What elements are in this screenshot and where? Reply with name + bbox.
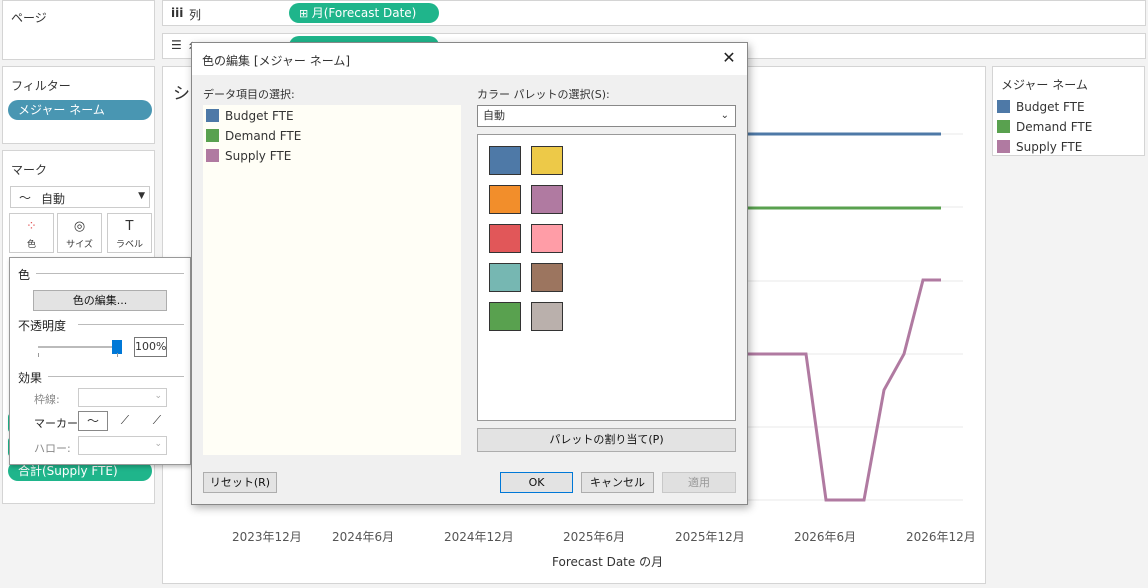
chevron-down-icon: ⌄ <box>154 391 162 401</box>
item-swatch <box>206 109 219 122</box>
data-items-list: Budget FTE Demand FTE Supply FTE <box>203 105 461 455</box>
divider <box>36 273 184 274</box>
columns-shelf-icon: iii <box>171 6 184 20</box>
cancel-button[interactable]: キャンセル <box>581 472 654 493</box>
marker-label: マーカー: <box>34 417 82 430</box>
x-tick-3: 2025年6月 <box>563 530 626 544</box>
x-tick-5: 2026年6月 <box>794 530 857 544</box>
dialog-titlebar: 色の編集 [メジャー ネーム] ✕ <box>192 43 747 75</box>
mark-type-select[interactable]: 〜 自動 ▼ <box>10 186 150 208</box>
filters-panel: フィルター メジャー ネーム <box>2 66 155 144</box>
close-icon[interactable]: ✕ <box>719 48 739 68</box>
color-section-title: 色 <box>18 268 31 282</box>
marker-none-button[interactable]: 〜 <box>78 411 108 431</box>
palette-swatch-6[interactable] <box>489 263 521 292</box>
palette-select[interactable]: 自動 ⌄ <box>477 105 736 127</box>
border-select[interactable]: ⌄ <box>78 388 167 407</box>
ok-button[interactable]: OK <box>500 472 573 493</box>
series-line-supply-fte <box>723 278 941 502</box>
palette-grid <box>477 134 736 421</box>
columns-pill[interactable]: ⊞ 月(Forecast Date) <box>289 3 439 23</box>
item-swatch <box>206 129 219 142</box>
palette-swatch-7[interactable] <box>531 263 563 292</box>
dialog-title: 色の編集 [メジャー ネーム] <box>202 54 351 68</box>
line-all-markers-icon: ⟋ <box>152 413 162 427</box>
apply-button[interactable]: 適用 <box>662 472 736 493</box>
mark-label-button[interactable]: T ラベル <box>107 213 152 253</box>
data-items-label: データ項目の選択: <box>203 88 295 101</box>
legend-panel: メジャー ネーム Budget FTE Demand FTE Supply FT… <box>992 66 1145 156</box>
marker-all-button[interactable]: ⟋ <box>142 411 172 431</box>
assign-palette-button[interactable]: パレットの割り当て(P) <box>477 428 736 452</box>
rows-shelf-icon: ☰ <box>171 38 182 52</box>
chevron-down-icon: ⌄ <box>720 110 729 121</box>
x-tick-6: 2026年12月 <box>906 530 976 544</box>
palette-swatch-9[interactable] <box>531 302 563 331</box>
legend-swatch <box>997 120 1010 133</box>
edit-colors-dialog: 色の編集 [メジャー ネーム] ✕ データ項目の選択: Budget FTE D… <box>191 42 748 505</box>
opacity-ticks <box>38 353 118 357</box>
divider <box>78 324 184 325</box>
x-axis-label: Forecast Date の月 <box>552 555 664 569</box>
x-tick-1: 2024年6月 <box>332 530 395 544</box>
marks-title: マーク <box>11 163 48 177</box>
palette-swatch-2[interactable] <box>489 185 521 214</box>
palette-swatch-3[interactable] <box>531 185 563 214</box>
x-tick-4: 2025年12月 <box>675 530 745 544</box>
color-popup: 色 色の編集... 不透明度 100% 効果 枠線: ⌄ マーカー: 〜 ⟋ ⟋… <box>9 257 191 465</box>
color-dots-icon: ⁘ <box>26 219 37 234</box>
x-tick-0: 2023年12月 <box>232 530 302 544</box>
palette-swatch-0[interactable] <box>489 146 521 175</box>
effects-section-title: 効果 <box>18 371 43 385</box>
size-icon: ◎ <box>73 219 86 234</box>
palette-swatch-1[interactable] <box>531 146 563 175</box>
filter-pill-measure-names[interactable]: メジャー ネーム <box>8 100 152 120</box>
halo-select[interactable]: ⌄ <box>78 436 167 455</box>
x-tick-2: 2024年12月 <box>444 530 514 544</box>
legend-swatch <box>997 140 1010 153</box>
marker-some-button[interactable]: ⟋ <box>110 411 140 431</box>
pages-title: ページ <box>11 11 47 25</box>
palette-label: カラー パレットの選択(S): <box>477 88 610 101</box>
line-no-marker-icon: 〜 <box>86 414 99 428</box>
columns-label: 列 <box>189 8 202 22</box>
legend-swatch <box>997 100 1010 113</box>
item-swatch <box>206 149 219 162</box>
expand-icon: ⊞ <box>299 7 312 20</box>
palette-swatch-5[interactable] <box>531 224 563 253</box>
line-chart-icon: 〜 <box>19 191 32 205</box>
opacity-section-title: 不透明度 <box>18 319 67 333</box>
legend-title: メジャー ネーム <box>1001 78 1088 92</box>
divider <box>48 376 184 377</box>
palette-swatch-4[interactable] <box>489 224 521 253</box>
label-icon: T <box>125 219 134 234</box>
chevron-down-icon: ▼ <box>138 191 145 201</box>
opacity-slider-thumb[interactable] <box>112 340 122 354</box>
columns-shelf: iii 列 ⊞ 月(Forecast Date) <box>162 0 1146 26</box>
mark-color-button[interactable]: ⁘ 色 <box>9 213 54 253</box>
pages-panel: ページ <box>2 0 155 60</box>
opacity-value-field[interactable]: 100% <box>134 337 167 357</box>
halo-label: ハロー: <box>34 442 71 455</box>
palette-swatch-8[interactable] <box>489 302 521 331</box>
reset-button[interactable]: リセット(R) <box>203 472 277 493</box>
mark-size-button[interactable]: ◎ サイズ <box>57 213 102 253</box>
border-label: 枠線: <box>34 393 60 406</box>
opacity-slider-track[interactable] <box>38 340 122 354</box>
filters-title: フィルター <box>11 79 71 93</box>
line-some-markers-icon: ⟋ <box>120 413 130 427</box>
edit-colors-button[interactable]: 色の編集... <box>33 290 167 311</box>
chevron-down-icon: ⌄ <box>154 439 162 449</box>
